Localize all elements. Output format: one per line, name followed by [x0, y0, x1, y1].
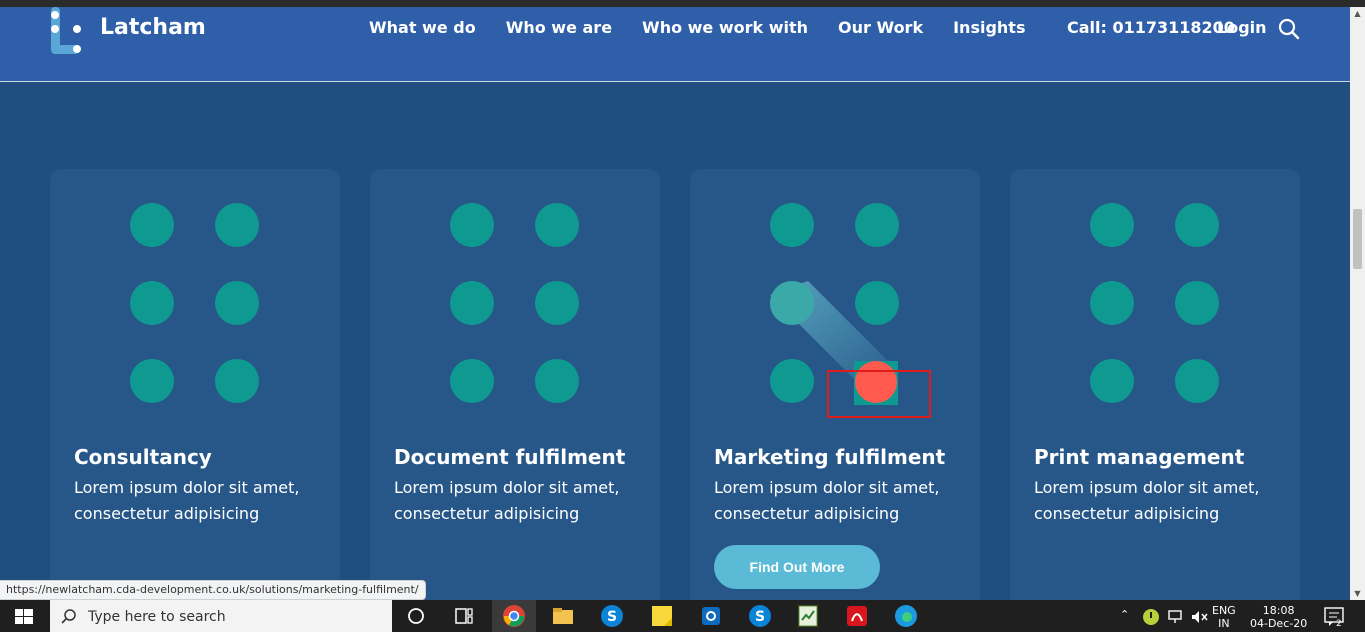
brand-name[interactable]: Latcham: [100, 15, 206, 40]
solutions-section: Consultancy Lorem ipsum dolor sit amet, …: [0, 83, 1350, 609]
clock-date: 04-Dec-20: [1250, 617, 1308, 630]
card-title: Print management: [1034, 445, 1245, 469]
windows-start-icon[interactable]: [0, 600, 48, 632]
card-document-fulfilment[interactable]: Document fulfilment Lorem ipsum dolor si…: [370, 169, 660, 609]
spreadsheet-icon[interactable]: [796, 604, 820, 628]
card-consultancy[interactable]: Consultancy Lorem ipsum dolor sit amet, …: [50, 169, 340, 609]
browser-top-strip: [0, 0, 1365, 7]
login-link[interactable]: Login: [1217, 18, 1267, 37]
edge-icon[interactable]: [894, 604, 918, 628]
scroll-down-icon[interactable]: ▼: [1353, 589, 1362, 598]
card-text: Lorem ipsum dolor sit amet, consectetur …: [74, 478, 300, 523]
link-status-url: https://newlatcham.cda-development.co.uk…: [0, 580, 426, 600]
dots-graphic: [1088, 203, 1219, 403]
card-title: Marketing fulfilment: [714, 445, 946, 469]
sticky-notes-icon[interactable]: [650, 604, 674, 628]
nav-who-we-work-with[interactable]: Who we work with: [642, 18, 808, 37]
find-out-more-button[interactable]: Find Out More: [714, 545, 880, 589]
nav-who-we-are[interactable]: Who we are: [506, 18, 612, 37]
clock-time: 18:08: [1262, 604, 1295, 617]
skype-icon[interactable]: S: [600, 604, 624, 628]
nav-insights[interactable]: Insights: [953, 18, 1025, 37]
region-code: IN: [1218, 617, 1230, 630]
outlook-icon[interactable]: [699, 604, 723, 628]
language-indicator[interactable]: ENG IN: [1212, 604, 1236, 630]
site-header: Latcham What we do Who we are Who we wor…: [0, 7, 1350, 82]
notification-icon[interactable]: [1323, 604, 1347, 628]
notification-count: 2: [1336, 619, 1342, 629]
clock[interactable]: 18:08 04-Dec-20: [1250, 604, 1307, 630]
highlight-box: [827, 370, 931, 418]
card-title: Document fulfilment: [394, 445, 626, 469]
windows-taskbar: Type here to search S S ⌃ ENG IN 18:08 0…: [0, 600, 1365, 632]
network-icon[interactable]: [1167, 608, 1185, 626]
skype-icon[interactable]: S: [748, 604, 772, 628]
main-nav: What we do Who we are Who we work with O…: [369, 18, 1025, 37]
card-text: Lorem ipsum dolor sit amet, consectetur …: [394, 478, 620, 523]
card-title: Consultancy: [74, 445, 212, 469]
svg-text:S: S: [755, 609, 765, 625]
dots-graphic: [128, 203, 259, 403]
cortana-icon[interactable]: [404, 604, 428, 628]
call-link[interactable]: Call: 01173118200: [1067, 18, 1235, 37]
search-icon[interactable]: [1277, 17, 1301, 41]
taskbar-search-input[interactable]: Type here to search: [50, 600, 392, 632]
acrobat-icon[interactable]: [845, 604, 869, 628]
card-print-management[interactable]: Print management Lorem ipsum dolor sit a…: [1010, 169, 1300, 609]
svg-text:S: S: [607, 609, 617, 625]
dots-graphic: [448, 203, 579, 403]
chrome-icon[interactable]: [502, 604, 526, 628]
scroll-thumb[interactable]: [1353, 209, 1362, 269]
volume-muted-icon[interactable]: [1190, 608, 1208, 626]
scroll-up-icon[interactable]: ▲: [1353, 9, 1362, 18]
latcham-logo-icon[interactable]: [48, 7, 88, 57]
nav-what-we-do[interactable]: What we do: [369, 18, 476, 37]
file-explorer-icon[interactable]: [551, 604, 575, 628]
language-code: ENG: [1212, 604, 1236, 617]
card-text: Lorem ipsum dolor sit amet, consectetur …: [714, 478, 940, 523]
show-hidden-icons-icon[interactable]: ⌃: [1120, 608, 1129, 621]
page-scrollbar[interactable]: ▲ ▼: [1350, 7, 1365, 600]
task-view-icon[interactable]: [452, 604, 476, 628]
taskbar-search-placeholder: Type here to search: [88, 609, 226, 625]
update-indicator-icon[interactable]: [1142, 608, 1160, 626]
search-icon: [61, 609, 76, 624]
card-text: Lorem ipsum dolor sit amet, consectetur …: [1034, 478, 1260, 523]
nav-our-work[interactable]: Our Work: [838, 18, 923, 37]
